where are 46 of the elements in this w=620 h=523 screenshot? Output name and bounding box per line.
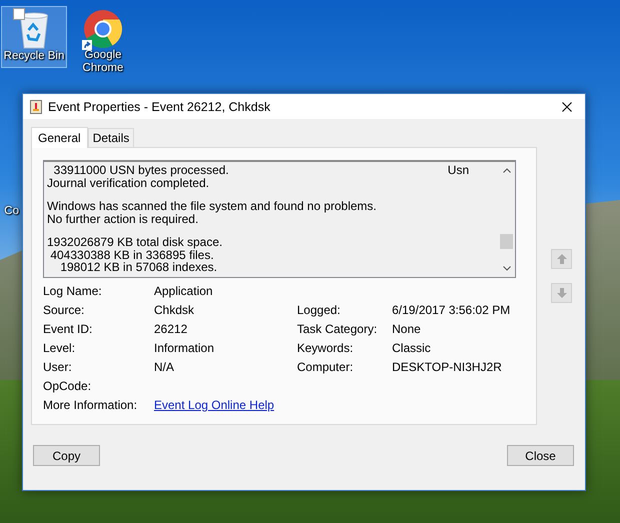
desktop-icon[interactable]: Recycle Bin	[1, 6, 67, 68]
icon-label: Google Chrome	[82, 49, 124, 75]
up-arrow-icon	[556, 254, 566, 264]
text-line: Journal verification completed.	[47, 176, 210, 189]
field-label: User:	[43, 359, 73, 376]
icon-label: Recycle Bin	[2, 50, 66, 63]
help-link[interactable]: Event Log Online Help	[154, 398, 274, 412]
field-value: N/A	[154, 360, 174, 374]
field-value: Chkdsk	[154, 303, 194, 317]
field-label: Task Category:	[297, 321, 378, 338]
field-label: Logged:	[297, 302, 342, 319]
field-value: Classic	[392, 341, 431, 355]
field-label: Level:	[43, 340, 76, 357]
field-label: Computer:	[297, 359, 354, 376]
close-button[interactable]: Close	[507, 445, 574, 466]
field-label: OpCode:	[43, 378, 92, 395]
text-line: Windows has scanned the file system and found no problems.	[47, 200, 377, 212]
text-line: No further action is required.	[47, 212, 198, 225]
tab[interactable]: Details	[88, 128, 134, 147]
field-label: Log Name:	[43, 283, 103, 300]
description-box[interactable]	[43, 160, 516, 278]
field-value: None	[392, 322, 421, 336]
scroll-thumb[interactable]	[500, 234, 513, 249]
copy-button[interactable]: Copy	[33, 445, 100, 466]
text-line: Usn	[448, 164, 469, 176]
down-arrow-icon	[556, 288, 566, 298]
field-label: Keywords:	[297, 340, 354, 357]
field-value: Information	[154, 341, 214, 355]
field-value: 6/19/2017 3:56:02 PM	[392, 303, 510, 317]
text-line: 404330388 KB in 336895 files.	[49, 248, 214, 261]
window-title: Event Properties - Event 26212, Chkdsk	[48, 100, 272, 114]
tab[interactable]: General	[31, 127, 88, 148]
icon-label: Co	[3, 205, 19, 218]
field-value: 26212	[154, 322, 188, 336]
event-log-icon	[30, 100, 42, 114]
shortcut-arrow-icon	[82, 40, 92, 50]
checkbox[interactable]	[13, 8, 25, 20]
text-line: 33911000 USN bytes processed.	[52, 164, 229, 176]
field-value: DESKTOP-NI3HJ2R	[392, 360, 502, 374]
field-label: Source:	[43, 302, 86, 319]
field-label: More Information:	[43, 397, 138, 414]
browser-icon	[83, 9, 123, 49]
text-line: 1932026879 KB total disk space.	[47, 236, 222, 248]
field-label: Event ID:	[43, 321, 94, 338]
field-value: Application	[154, 284, 213, 298]
text-line: 198012 KB in 57068 indexes.	[59, 261, 218, 274]
